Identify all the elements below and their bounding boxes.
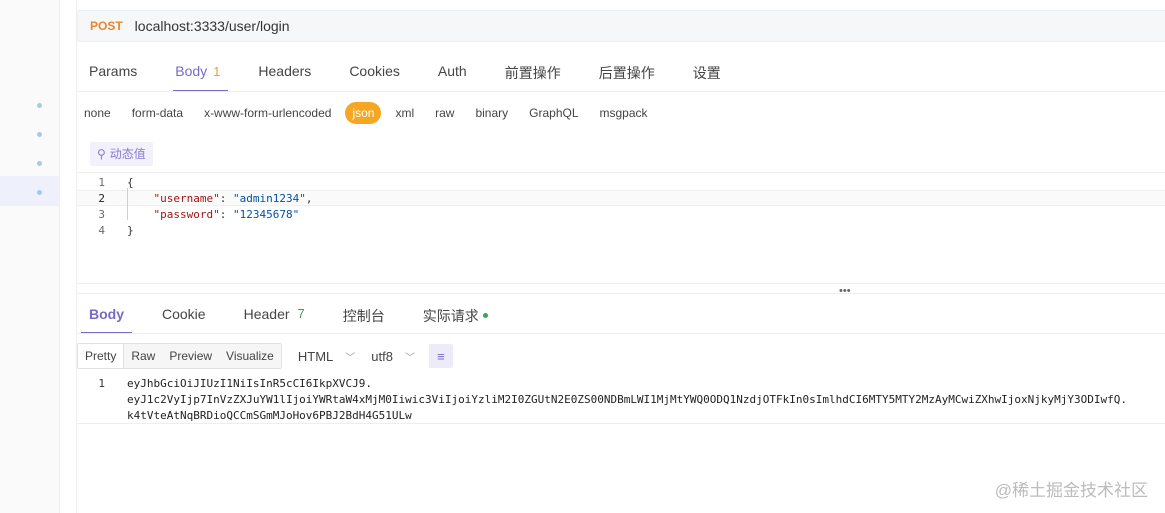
tab-post-request[interactable]: 后置操作 bbox=[599, 56, 655, 92]
divider bbox=[77, 333, 1165, 334]
body-type-xml[interactable]: xml bbox=[395, 102, 414, 124]
header-count-badge: 7 bbox=[297, 306, 305, 321]
chevron-down-icon: ﹀ bbox=[404, 352, 415, 364]
resp-tab-cookie[interactable]: Cookie bbox=[162, 298, 206, 334]
body-type-binary[interactable]: binary bbox=[475, 102, 508, 124]
request-panel: POST localhost:3333/user/login Params Bo… bbox=[76, 0, 1165, 513]
body-type-none[interactable]: none bbox=[84, 102, 111, 124]
format-preview[interactable]: Preview bbox=[162, 344, 219, 368]
body-type-form-data[interactable]: form-data bbox=[132, 102, 183, 124]
response-tabs: Body Cookie Header 7 控制台 实际请求 bbox=[77, 298, 514, 334]
editor-line-current: 2 "username": "admin1234", bbox=[77, 190, 1165, 206]
rail-dot-4[interactable] bbox=[37, 190, 42, 195]
editor-line: 1 { bbox=[98, 176, 134, 189]
indent-guide bbox=[127, 188, 128, 220]
tab-headers[interactable]: Headers bbox=[258, 56, 311, 92]
tab-params[interactable]: Params bbox=[89, 56, 137, 92]
dynamic-value-button[interactable]: ⚲ 动态值 bbox=[90, 142, 153, 166]
tab-settings[interactable]: 设置 bbox=[693, 56, 721, 92]
magic-wand-icon: ⚲ bbox=[97, 147, 106, 161]
format-pretty[interactable]: Pretty bbox=[78, 344, 125, 368]
editor-line: 3 "password": "12345678" bbox=[98, 208, 300, 221]
response-token-text: eyJhbGciOiJIUzI1NiIsInR5cCI6IkpXVCJ9. eyJ… bbox=[127, 377, 1128, 422]
body-type-selector: none form-data x-www-form-urlencoded jso… bbox=[84, 102, 669, 124]
tab-auth[interactable]: Auth bbox=[438, 56, 467, 92]
encoding-select[interactable]: utf8 ﹀ bbox=[371, 349, 415, 364]
editor-line: 4 } bbox=[98, 224, 134, 237]
json-body-editor[interactable]: 1 { 2 "username": "admin1234", 3 "passwo… bbox=[77, 172, 1165, 284]
chevron-down-icon: ﹀ bbox=[345, 352, 356, 364]
tab-body[interactable]: Body 1 bbox=[173, 56, 229, 92]
rail-selected-row[interactable] bbox=[0, 176, 60, 206]
url-input[interactable]: localhost:3333/user/login bbox=[135, 18, 290, 34]
rail-dot-1[interactable] bbox=[37, 103, 42, 108]
response-format-bar: Pretty Raw Preview Visualize HTML ﹀ utf8… bbox=[77, 343, 453, 369]
resp-tab-console[interactable]: 控制台 bbox=[343, 298, 385, 334]
body-type-graphql[interactable]: GraphQL bbox=[529, 102, 578, 124]
response-body-viewer[interactable]: 1 eyJhbGciOiJIUzI1NiIsInR5cCI6IkpXVCJ9. e… bbox=[77, 376, 1165, 424]
tab-pre-request[interactable]: 前置操作 bbox=[505, 56, 561, 92]
language-select[interactable]: HTML ﹀ bbox=[298, 349, 355, 364]
wrap-lines-icon: ≡ bbox=[437, 348, 445, 364]
left-rail bbox=[0, 0, 60, 513]
status-dot-icon bbox=[482, 313, 488, 318]
body-type-raw[interactable]: raw bbox=[435, 102, 454, 124]
request-tabs: Params Body 1 Headers Cookies Auth 前置操作 后… bbox=[77, 56, 747, 92]
body-count-badge: 1 bbox=[213, 64, 221, 79]
format-visualize[interactable]: Visualize bbox=[219, 344, 281, 368]
http-method[interactable]: POST bbox=[90, 19, 123, 33]
resp-tab-actual-request[interactable]: 实际请求 bbox=[423, 298, 488, 334]
rail-dot-2[interactable] bbox=[37, 132, 42, 137]
format-mode-segment: Pretty Raw Preview Visualize bbox=[77, 343, 282, 369]
split-divider[interactable] bbox=[77, 293, 1165, 294]
url-bar[interactable]: POST localhost:3333/user/login bbox=[77, 10, 1165, 42]
word-wrap-button[interactable]: ≡ bbox=[428, 344, 453, 368]
divider bbox=[77, 91, 1165, 92]
body-type-msgpack[interactable]: msgpack bbox=[600, 102, 648, 124]
resp-tab-header[interactable]: Header 7 bbox=[244, 298, 305, 334]
format-raw[interactable]: Raw bbox=[124, 344, 162, 368]
tab-cookies[interactable]: Cookies bbox=[349, 56, 400, 92]
body-type-urlencoded[interactable]: x-www-form-urlencoded bbox=[204, 102, 331, 124]
resp-tab-body[interactable]: Body bbox=[81, 298, 132, 334]
rail-dot-3[interactable] bbox=[37, 161, 42, 166]
body-type-json[interactable]: json bbox=[345, 102, 382, 124]
watermark: @稀土掘金技术社区 bbox=[994, 481, 1148, 500]
